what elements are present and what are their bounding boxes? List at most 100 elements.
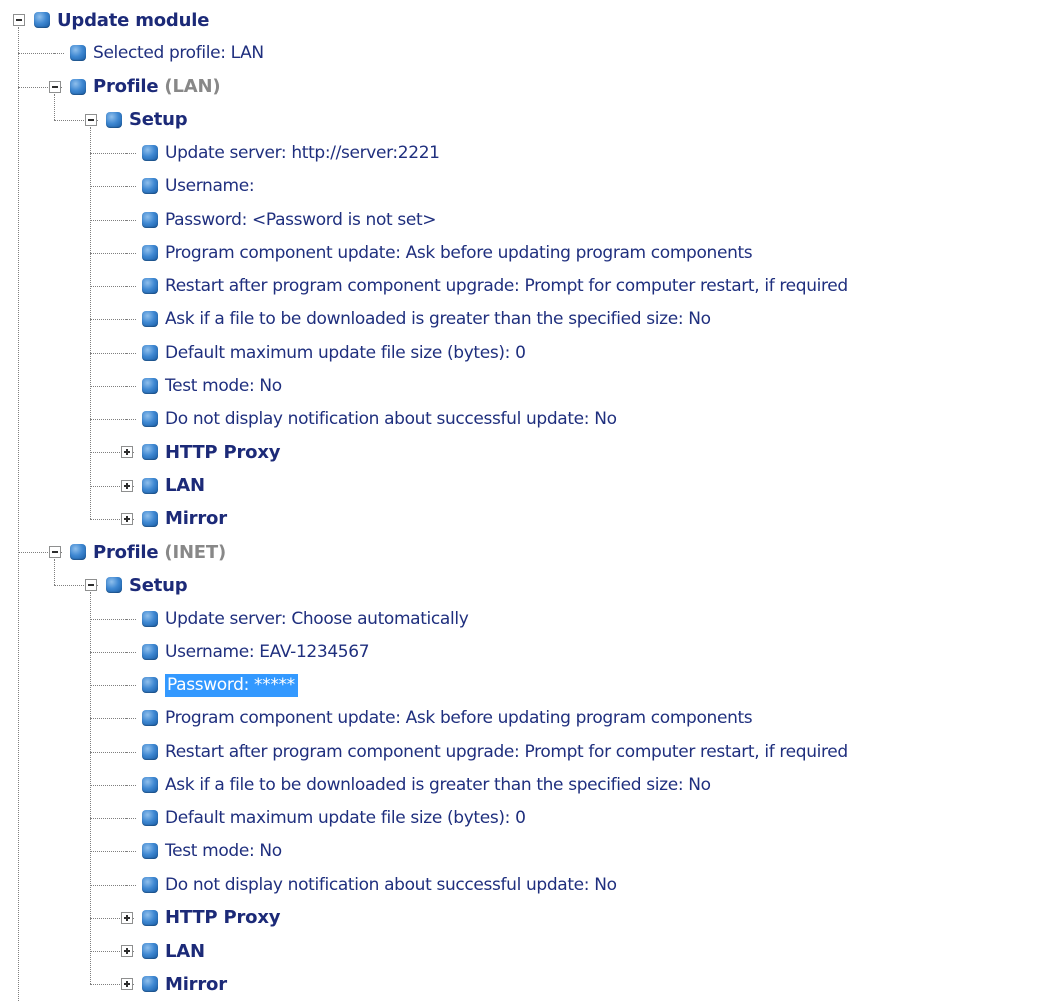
blue-bullet-icon (142, 743, 158, 760)
plus-box-icon[interactable] (121, 978, 133, 991)
tree-connector-horizontal (126, 219, 136, 221)
tree-node[interactable]: Program component update: Ask before upd… (142, 702, 753, 735)
tree-node[interactable]: Profile (LAN) (70, 70, 221, 103)
tree-connector-horizontal (126, 286, 136, 288)
tree-node-label: Restart after program component upgrade:… (165, 276, 848, 296)
tree-node-label: Setup (129, 574, 188, 596)
tree-connector-horizontal (126, 751, 136, 753)
tree-node-label: Update server: http://server:2221 (165, 143, 440, 163)
blue-bullet-icon (142, 876, 158, 893)
blue-bullet-icon (70, 544, 86, 560)
blue-bullet-icon (142, 311, 158, 328)
tree-node[interactable]: Password: <Password is not set> (142, 203, 437, 236)
tree-connector-horizontal (126, 884, 136, 886)
tree-node[interactable]: HTTP Proxy (142, 901, 280, 934)
tree-node[interactable]: Default maximum update file size (bytes)… (142, 336, 526, 369)
tree-node-label: Setup (129, 109, 188, 131)
tree-node[interactable]: LAN (142, 469, 205, 502)
blue-bullet-icon (142, 244, 158, 261)
tree-connector-horizontal (54, 53, 64, 55)
tree-node-label: Program component update: Ask before upd… (165, 708, 753, 729)
blue-bullet-icon (142, 610, 158, 627)
tree-node[interactable]: Username: EAV-1234567 (142, 635, 370, 668)
tree-connector-horizontal (126, 186, 136, 188)
tree-node-label: LAN (165, 475, 205, 496)
blue-bullet-icon (142, 909, 158, 926)
blue-bullet-icon (70, 45, 86, 62)
tree-node-label: Selected profile: LAN (93, 43, 264, 64)
tree-node-label: Do not display notification about succes… (165, 874, 617, 895)
tree-node[interactable]: Test mode: No (142, 369, 282, 402)
tree-connector-vertical (18, 27, 19, 1001)
tree-node[interactable]: Update server: http://server:2221 (142, 137, 440, 170)
blue-bullet-icon (142, 643, 158, 660)
tree-node[interactable]: Restart after program component upgrade:… (142, 735, 848, 768)
tree-node[interactable]: Setup (106, 569, 188, 602)
tree-node[interactable]: Mirror (142, 502, 227, 535)
tree-connector-vertical (54, 93, 55, 120)
tree-node-label: Default maximum update file size (bytes)… (165, 342, 526, 363)
tree-node[interactable]: Update server: Choose automatically (142, 602, 469, 635)
tree-node[interactable]: Selected profile: LAN (70, 37, 264, 70)
tree-node-label: Username: EAV-1234567 (165, 641, 370, 662)
plus-box-icon[interactable] (121, 945, 133, 958)
profile-name-suffix: (INET) (164, 541, 227, 563)
blue-bullet-icon (142, 810, 158, 826)
blue-bullet-icon (142, 444, 158, 461)
tree-node[interactable]: Ask if a file to be downloaded is greate… (142, 303, 711, 336)
plus-box-icon[interactable] (121, 512, 133, 525)
tree-node-label: Password: <Password is not set> (165, 209, 437, 230)
tree-node-label: Profile (93, 541, 159, 563)
tree-connector-horizontal (126, 319, 136, 321)
profile-name-suffix: (LAN) (164, 76, 221, 97)
blue-bullet-icon (142, 377, 158, 394)
blue-bullet-icon (142, 976, 158, 993)
tree-node[interactable]: Ask if a file to be downloaded is greate… (142, 768, 711, 801)
plus-box-icon[interactable] (121, 446, 133, 459)
plus-box-icon[interactable] (121, 911, 133, 924)
blue-bullet-icon (34, 12, 50, 28)
blue-bullet-icon (70, 78, 86, 95)
tree-node[interactable]: Do not display notification about succes… (142, 403, 617, 436)
tree-node[interactable]: Username: (142, 170, 255, 203)
blue-bullet-icon (142, 510, 158, 527)
minus-box-icon[interactable] (13, 14, 25, 27)
tree-node[interactable]: Test mode: No (142, 835, 282, 868)
blue-bullet-icon (142, 178, 158, 195)
tree-node-label: Profile (93, 76, 159, 97)
tree-node-label-selected: Password: ***** (165, 673, 298, 697)
tree-node-label: Ask if a file to be downloaded is greate… (165, 309, 711, 330)
tree-connector-horizontal (126, 718, 136, 720)
tree-connector-horizontal (126, 618, 136, 620)
minus-box-icon[interactable] (49, 80, 61, 93)
tree-connector-horizontal (126, 252, 136, 254)
minus-box-icon[interactable] (85, 579, 97, 592)
tree-node[interactable]: HTTP Proxy (142, 436, 280, 469)
tree-node[interactable]: Password: ***** (142, 669, 298, 702)
blue-bullet-icon (142, 776, 158, 793)
tree-node[interactable]: Setup (106, 103, 188, 136)
tree-connector-horizontal (126, 851, 136, 853)
minus-box-icon[interactable] (85, 113, 97, 126)
blue-bullet-icon (142, 344, 158, 361)
tree-node-label: LAN (165, 940, 205, 962)
tree-node[interactable]: Restart after program component upgrade:… (142, 270, 848, 303)
tree-node[interactable]: LAN (142, 935, 205, 968)
plus-box-icon[interactable] (121, 479, 133, 492)
tree-node[interactable]: Profile (INET) (70, 536, 226, 569)
blue-bullet-icon (142, 145, 158, 161)
tree-node[interactable]: Program component update: Ask before upd… (142, 236, 753, 269)
blue-bullet-icon (142, 411, 158, 427)
tree-node[interactable]: Update module (34, 4, 209, 37)
blue-bullet-icon (142, 710, 158, 727)
tree-node[interactable]: Mirror (142, 968, 227, 1001)
tree-connector-horizontal (126, 818, 136, 820)
tree-node[interactable]: Do not display notification about succes… (142, 868, 617, 901)
tree-node-label: Test mode: No (165, 841, 282, 862)
tree-node-label: Ask if a file to be downloaded is greate… (165, 774, 711, 795)
blue-bullet-icon (142, 677, 158, 693)
tree-node-label: Restart after program component upgrade:… (165, 741, 848, 762)
tree-node[interactable]: Default maximum update file size (bytes)… (142, 802, 526, 835)
tree-node-label: Update module (57, 9, 210, 31)
minus-box-icon[interactable] (49, 546, 61, 559)
